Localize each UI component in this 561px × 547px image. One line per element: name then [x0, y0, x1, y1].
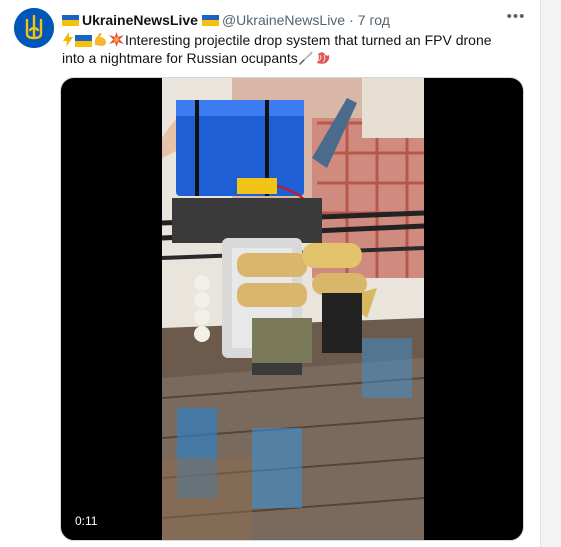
- tweet-text-line-1: Interesting projectile drop system that …: [62, 31, 522, 49]
- timestamp[interactable]: 7 год: [358, 12, 390, 28]
- ukraine-flag-emoji-icon: [75, 35, 92, 47]
- tweet-text-line-2-content: into a nightmare for Russian ocupants: [62, 50, 298, 66]
- tweet-text-line-1-content: Interesting projectile drop system that …: [125, 32, 492, 48]
- lightning-emoji-icon: [63, 32, 73, 47]
- ukraine-trident-icon: [14, 8, 54, 48]
- display-name[interactable]: UkraineNewsLive: [82, 12, 198, 28]
- flexed-biceps-emoji-icon: [94, 33, 107, 46]
- ukraine-flag-icon: [62, 14, 79, 26]
- user-handle[interactable]: @UkraineNewsLive: [222, 12, 345, 28]
- more-options-icon[interactable]: •••: [506, 8, 526, 26]
- separator: ·: [349, 12, 354, 28]
- tweet-text: Interesting projectile drop system that …: [62, 31, 522, 67]
- video-frame-drone: [162, 78, 424, 540]
- tweet-text-line-2: into a nightmare for Russian ocupants: [62, 49, 522, 67]
- window-edge: [540, 0, 561, 547]
- ukraine-flag-icon: [201, 14, 219, 26]
- avatar[interactable]: [14, 8, 54, 48]
- video-duration: 0:11: [75, 514, 98, 528]
- tweet-card[interactable]: UkraineNewsLive @UkraineNewsLive · 7 год…: [0, 0, 540, 547]
- tweet-header: UkraineNewsLive @UkraineNewsLive · 7 год: [62, 10, 390, 30]
- bacon-emoji-icon: [316, 52, 330, 64]
- knife-emoji-icon: [298, 51, 313, 65]
- collision-emoji-icon: [109, 32, 124, 47]
- video-player[interactable]: 0:11: [60, 77, 524, 541]
